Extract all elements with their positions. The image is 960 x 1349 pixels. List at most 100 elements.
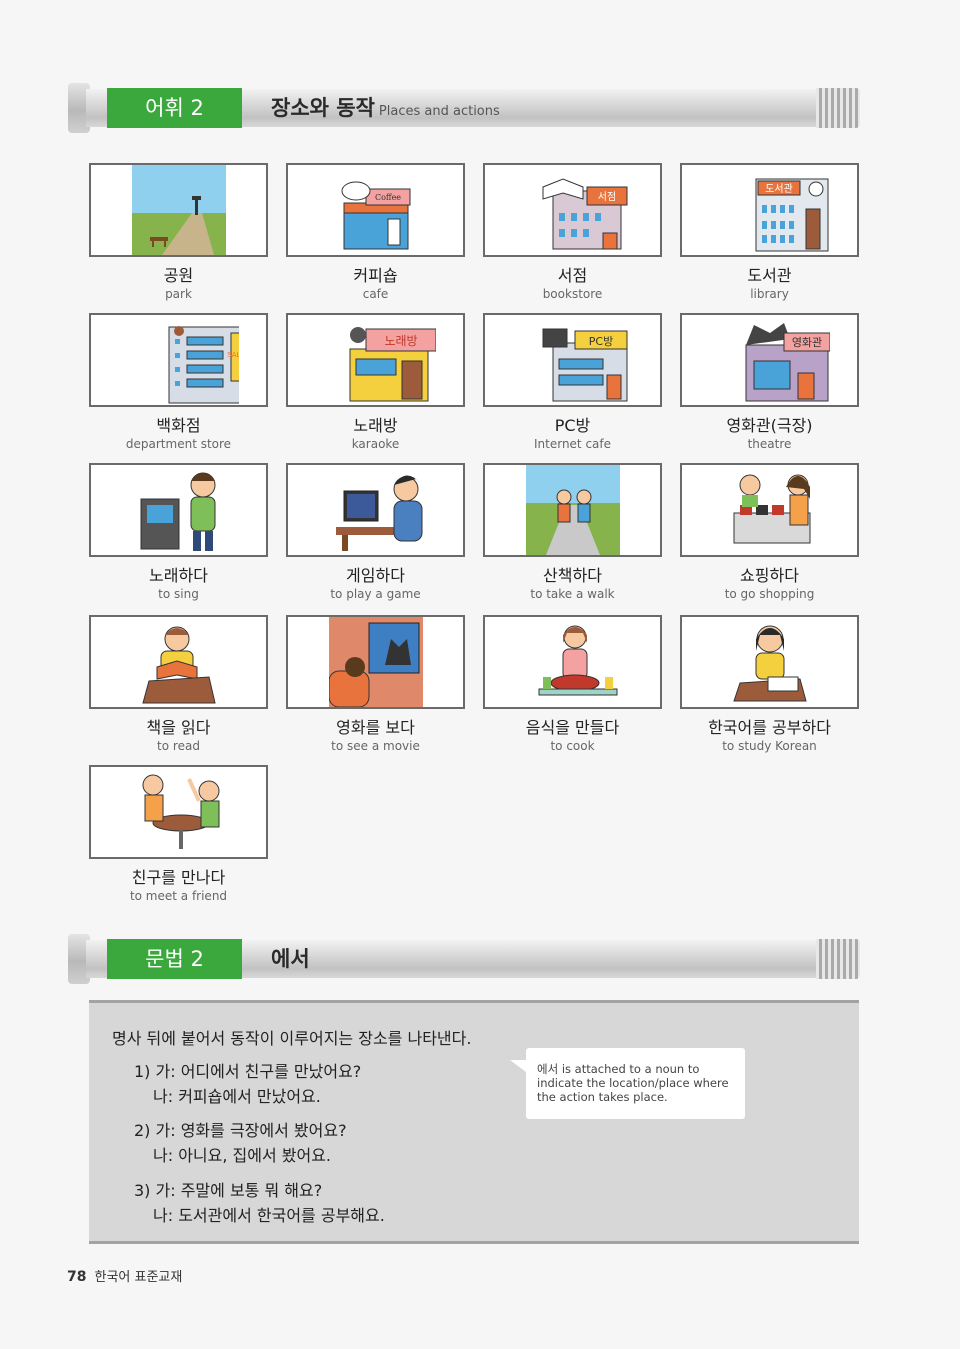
example-answer: 나: 도서관에서 한국어를 공부해요. bbox=[153, 1206, 385, 1225]
vocab-card-pc-room: PC방 PC방 Internet cafe bbox=[483, 313, 662, 452]
grammar-note-bubble: 에서 is attached to a noun to indicate the… bbox=[510, 1048, 745, 1119]
example-answer: 나: 아니요, 집에서 봤어요. bbox=[153, 1146, 332, 1165]
vocab-ko: 친구를 만나다 bbox=[131, 868, 226, 887]
vocab-ko: 게임하다 bbox=[346, 566, 405, 585]
example-question: 1) 가: 어디에서 친구를 만났어요? bbox=[134, 1062, 362, 1081]
vocab-en: to take a walk bbox=[530, 587, 615, 601]
vocab-section-tag: 어휘 2 bbox=[107, 88, 242, 128]
vocab-ko: 쇼핑하다 bbox=[740, 566, 799, 585]
vocab-en: department store bbox=[125, 437, 232, 451]
vocab-en: to meet a friend bbox=[129, 889, 228, 903]
vocab-card-see-movie: 영화를 보다 to see a movie bbox=[286, 615, 465, 754]
book-title: 한국어 표준교재 bbox=[94, 1270, 183, 1285]
vocab-en: theatre bbox=[747, 437, 792, 451]
vocab-en: to read bbox=[157, 739, 200, 753]
vocab-card-department-store: SALE 백화점 department store bbox=[89, 313, 268, 452]
vocab-section-title: 장소와 동작 Places and actions bbox=[271, 88, 500, 128]
page-footer: 78 한국어 표준교재 bbox=[67, 1266, 182, 1285]
vocab-en: to go shopping bbox=[724, 587, 815, 601]
vocab-ko: 공원 bbox=[163, 266, 194, 285]
vocab-en: to see a movie bbox=[331, 739, 420, 753]
vocab-ko: 책을 읽다 bbox=[146, 718, 211, 737]
vocab-ko: 한국어를 공부하다 bbox=[708, 718, 831, 737]
studying-illustration bbox=[680, 615, 859, 709]
page-number: 78 bbox=[67, 1269, 87, 1285]
grammar-intro: 명사 뒤에 붙어서 동작이 이루어지는 장소를 나타낸다. bbox=[112, 1029, 472, 1048]
meeting-friend-illustration bbox=[89, 765, 268, 859]
vocab-card-meet-friend: 친구를 만나다 to meet a friend bbox=[89, 765, 268, 904]
vocab-ko: 노래방 bbox=[353, 416, 398, 435]
singing-illustration bbox=[89, 463, 268, 557]
vocab-en: to sing bbox=[158, 587, 199, 601]
vocab-en: karaoke bbox=[351, 437, 400, 451]
example-answer: 나: 커피숍에서 만났어요. bbox=[153, 1087, 321, 1106]
vocab-ko: 영화를 보다 bbox=[336, 718, 415, 737]
grammar-example-3: 3) 가: 주말에 보통 뭐 해요? 나: 도서관에서 한국어를 공부해요. bbox=[134, 1178, 385, 1228]
vocab-card-karaoke: 노래방 노래방 karaoke bbox=[286, 313, 465, 452]
vocab-ko: 서점 bbox=[557, 266, 588, 285]
vocab-card-cook: 음식을 만들다 to cook bbox=[483, 615, 662, 754]
vocab-section-bar: 어휘 2 장소와 동작 Places and actions bbox=[68, 83, 860, 133]
library-sign-text: 도서관 bbox=[765, 183, 793, 195]
vocab-en: to cook bbox=[550, 739, 595, 753]
shopping-illustration bbox=[680, 463, 859, 557]
department-store-illustration: SALE bbox=[89, 313, 268, 407]
vocab-title-en: Places and actions bbox=[378, 104, 500, 119]
cafe-illustration: Coffee bbox=[286, 163, 465, 257]
cafe-sign-text: Coffee bbox=[374, 193, 400, 202]
cooking-illustration bbox=[483, 615, 662, 709]
vocab-card-park: 공원 park bbox=[89, 163, 268, 302]
vocab-card-read: 책을 읽다 to read bbox=[89, 615, 268, 754]
gaming-illustration bbox=[286, 463, 465, 557]
bar-thread-end bbox=[816, 939, 860, 979]
vocab-card-library: 도서관 도서관 library bbox=[680, 163, 859, 302]
vocab-card-shopping: 쇼핑하다 to go shopping bbox=[680, 463, 859, 602]
vocab-en: bookstore bbox=[542, 287, 603, 301]
reading-illustration bbox=[89, 615, 268, 709]
grammar-section-title: 에서 bbox=[271, 947, 310, 971]
vocab-ko: 노래하다 bbox=[149, 566, 208, 585]
vocab-title-ko: 장소와 동작 bbox=[271, 96, 375, 120]
walking-illustration bbox=[483, 463, 662, 557]
example-question: 3) 가: 주말에 보통 뭐 해요? bbox=[134, 1181, 323, 1200]
bookstore-illustration: 서점 bbox=[483, 163, 662, 257]
grammar-section-bar: 문법 2 에서 bbox=[68, 934, 860, 984]
theatre-illustration: 영화관 bbox=[680, 313, 859, 407]
vocab-card-cafe: Coffee 커피숍 cafe bbox=[286, 163, 465, 302]
vocab-ko: 영화관(극장) bbox=[726, 416, 813, 435]
grammar-example-1: 1) 가: 어디에서 친구를 만났어요? 나: 커피숍에서 만났어요. bbox=[134, 1059, 361, 1109]
vocab-card-bookstore: 서점 서점 bookstore bbox=[483, 163, 662, 302]
karaoke-sign-text: 노래방 bbox=[384, 334, 417, 348]
vocab-card-study-korean: 한국어를 공부하다 to study Korean bbox=[680, 615, 859, 754]
park-illustration bbox=[89, 163, 268, 257]
grammar-section-tag: 문법 2 bbox=[107, 939, 242, 979]
vocab-ko: 산책하다 bbox=[543, 566, 602, 585]
department-sign-text: SALE bbox=[227, 351, 239, 359]
grammar-panel: 명사 뒤에 붙어서 동작이 이루어지는 장소를 나타낸다. 1) 가: 어디에서… bbox=[89, 1000, 859, 1244]
pc-room-illustration: PC방 bbox=[483, 313, 662, 407]
vocab-ko: 도서관 bbox=[747, 266, 792, 285]
vocab-en: to play a game bbox=[330, 587, 421, 601]
bar-thread-end bbox=[816, 88, 860, 128]
vocab-ko: PC방 bbox=[554, 416, 591, 435]
example-question: 2) 가: 영화를 극장에서 봤어요? bbox=[134, 1121, 347, 1140]
library-illustration: 도서관 bbox=[680, 163, 859, 257]
vocab-card-theatre: 영화관 영화관(극장) theatre bbox=[680, 313, 859, 452]
movie-illustration bbox=[286, 615, 465, 709]
theatre-sign-text: 영화관 bbox=[791, 336, 821, 349]
pc-sign-text: PC방 bbox=[588, 335, 612, 348]
bookstore-sign-text: 서점 bbox=[597, 191, 615, 203]
vocab-ko: 커피숍 bbox=[353, 266, 398, 285]
vocab-en: Internet cafe bbox=[533, 437, 612, 451]
vocab-en: library bbox=[750, 287, 789, 301]
vocab-en: to study Korean bbox=[722, 739, 817, 753]
vocab-card-sing: 노래하다 to sing bbox=[89, 463, 268, 602]
vocab-ko: 음식을 만들다 bbox=[525, 718, 620, 737]
vocab-en: park bbox=[165, 287, 192, 301]
karaoke-illustration: 노래방 bbox=[286, 313, 465, 407]
grammar-example-2: 2) 가: 영화를 극장에서 봤어요? 나: 아니요, 집에서 봤어요. bbox=[134, 1118, 347, 1168]
vocab-card-play-game: 게임하다 to play a game bbox=[286, 463, 465, 602]
vocab-en: cafe bbox=[362, 287, 389, 301]
vocab-ko: 백화점 bbox=[156, 416, 201, 435]
vocab-card-take-walk: 산책하다 to take a walk bbox=[483, 463, 662, 602]
